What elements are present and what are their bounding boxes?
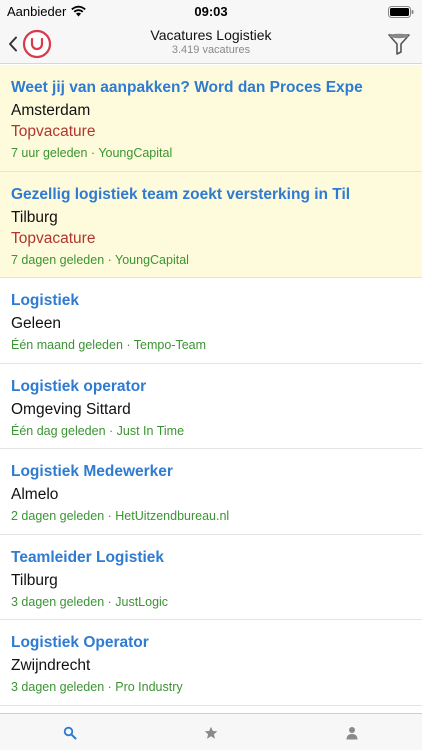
filter-icon [388, 33, 410, 55]
page-title: Vacatures Logistiek [150, 27, 272, 43]
job-location: Amsterdam [11, 102, 91, 119]
job-title[interactable]: Gezellig logistiek team zoekt versterkin… [11, 185, 411, 205]
job-item[interactable]: Logistiek Geleen Één maand geleden · Tem… [0, 278, 422, 364]
job-title[interactable]: Weet jij van aanpakken? Word dan Proces … [11, 78, 411, 98]
vacancy-count: 3.419 vacatures [171, 44, 251, 56]
person-icon [346, 727, 358, 740]
navigation-bar: Vacatures Logistiek 3.419 vacatures [0, 22, 422, 64]
tab-profile[interactable] [282, 714, 422, 750]
top-vacancy-badge: Topvacature [11, 229, 96, 247]
filter-button[interactable] [386, 30, 412, 56]
tab-bar [0, 713, 422, 750]
job-title[interactable]: Logistiek operator [11, 377, 411, 397]
job-list: Weet jij van aanpakken? Word dan Proces … [0, 65, 422, 713]
job-title[interactable]: Teamleider Logistiek [11, 548, 411, 568]
tab-favorites[interactable] [141, 714, 281, 750]
job-location: Omgeving Sittard [11, 400, 131, 418]
job-location: Geleen [11, 315, 61, 332]
job-meta: 3 dagen geleden · Pro Industry [11, 680, 183, 694]
job-title[interactable]: Logistiek Operator [11, 633, 411, 653]
top-vacancy-badge: Topvacature [11, 123, 96, 140]
app-logo-icon [22, 29, 52, 59]
back-button[interactable] [6, 28, 54, 60]
job-item[interactable]: Logistiek operator Omgeving Sittard Één … [0, 363, 422, 449]
job-meta: 2 dagen geleden · HetUitzendbureau.nl [11, 509, 230, 523]
tab-search[interactable] [0, 714, 140, 750]
job-location: Almelo [11, 486, 59, 503]
search-icon [63, 726, 77, 740]
chevron-left-icon [9, 36, 17, 52]
job-location: Tilburg [11, 571, 58, 589]
job-item[interactable]: Logistiek Medewerker Almelo 2 dagen gele… [0, 449, 422, 535]
job-item[interactable]: Logistiek Operator Zwijndrecht 3 dagen g… [0, 620, 422, 706]
job-item[interactable]: Weet jij van aanpakken? Word dan Proces … [0, 65, 422, 172]
job-item[interactable]: Teamleider Logistiek Tilburg 3 dagen gel… [0, 534, 422, 620]
job-item[interactable]: Gezellig logistiek team zoekt versterkin… [0, 171, 422, 278]
battery-icon [388, 6, 414, 18]
job-meta: 7 uur geleden · YoungCapital [11, 146, 173, 160]
job-title[interactable]: Logistiek Medewerker [11, 462, 411, 482]
job-location: Tilburg [11, 208, 58, 226]
job-meta: Één maand geleden · Tempo-Team [11, 338, 207, 352]
job-meta: 3 dagen geleden · JustLogic [11, 594, 169, 609]
job-location: Zwijndrecht [11, 657, 91, 674]
star-icon [204, 726, 218, 739]
status-bar: Aanbieder 09:03 [0, 0, 422, 22]
job-meta: Één dag geleden · Just In Time [11, 423, 185, 438]
job-meta: 7 dagen geleden · YoungCapital [11, 252, 189, 267]
status-time: 09:03 [194, 4, 228, 19]
job-title[interactable]: Logistiek [11, 291, 411, 311]
